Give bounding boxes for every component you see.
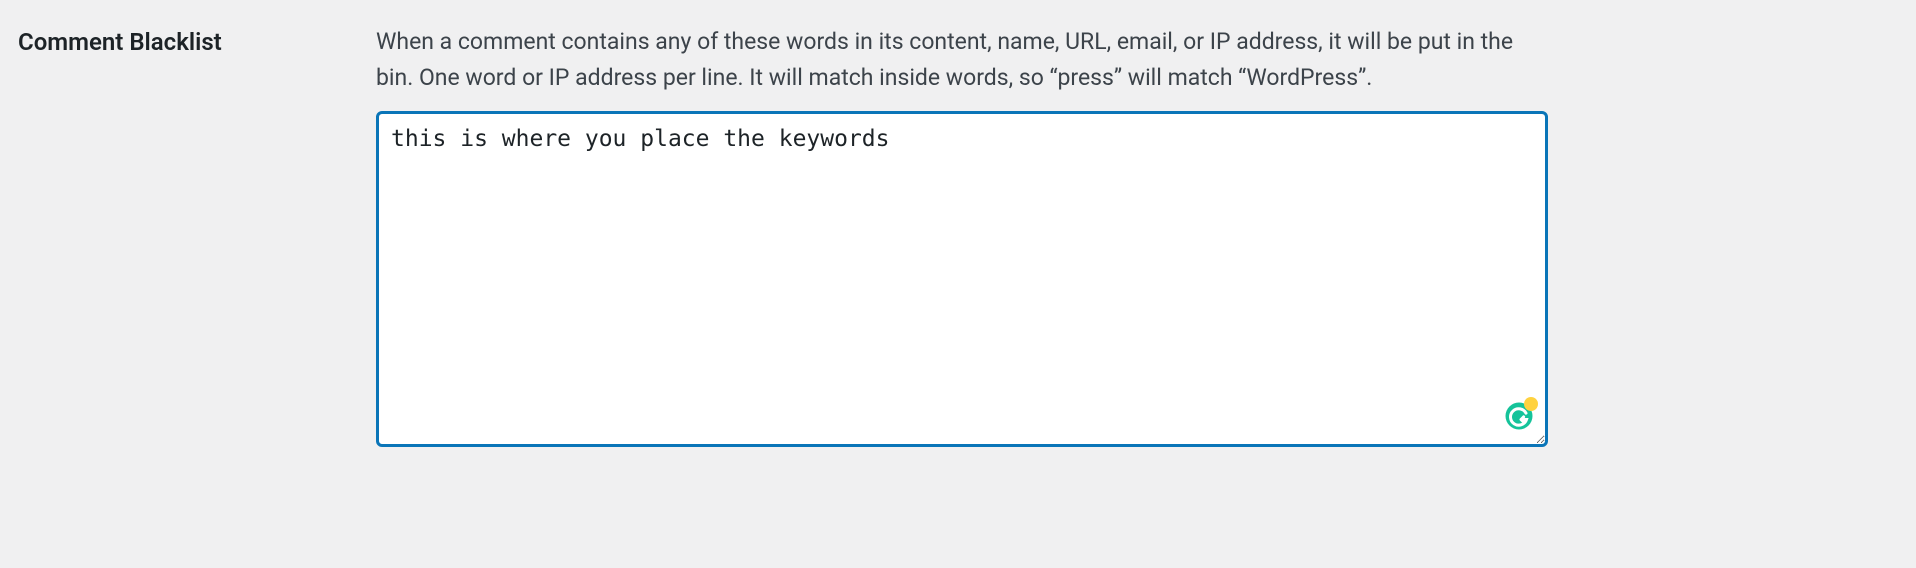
textarea-wrapper [376, 111, 1548, 451]
comment-blacklist-description: When a comment contains any of these wor… [376, 20, 1548, 95]
label-column: Comment Blacklist [18, 20, 376, 56]
comment-blacklist-label: Comment Blacklist [18, 28, 376, 56]
comment-blacklist-row: Comment Blacklist When a comment contain… [18, 20, 1898, 451]
field-column: When a comment contains any of these wor… [376, 20, 1548, 451]
comment-blacklist-textarea[interactable] [376, 111, 1548, 447]
